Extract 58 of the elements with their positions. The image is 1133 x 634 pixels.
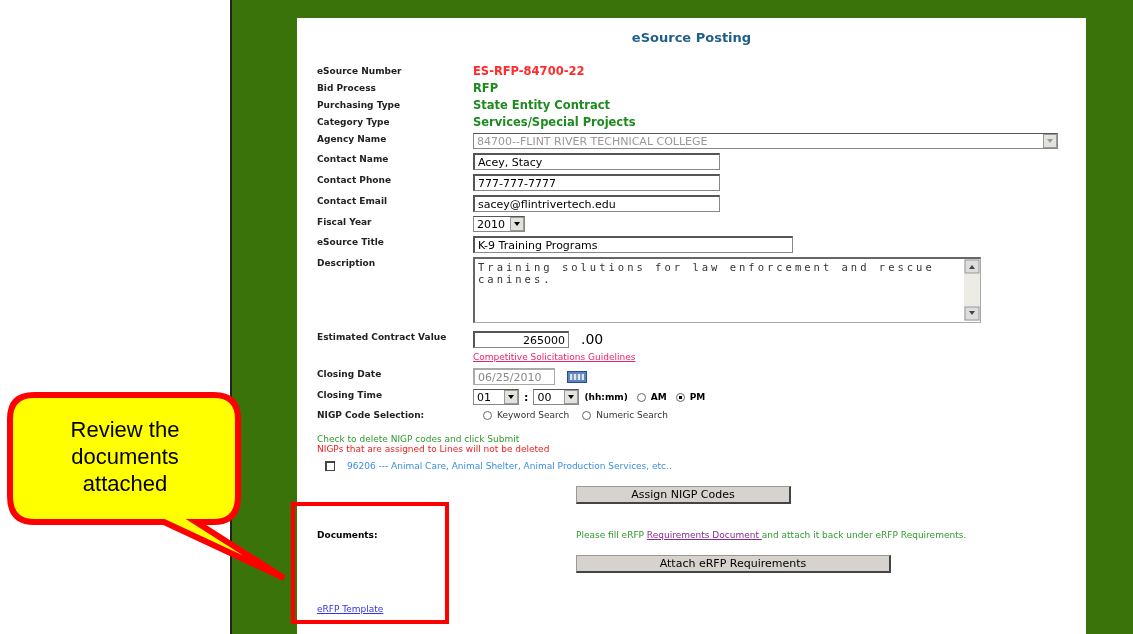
field-label: Agency Name [317, 133, 388, 145]
radio-label: Numeric Search [596, 409, 668, 422]
caret-icon [510, 217, 524, 231]
amount-field[interactable]: 265000 [473, 331, 569, 348]
radio-label: PM [689, 390, 706, 404]
radio-button[interactable] [483, 411, 492, 420]
time-format: (hh:mm) [584, 390, 628, 404]
field-value: RFP [473, 81, 499, 95]
template-link[interactable]: eRFP Template [317, 604, 576, 614]
field-label: Contact Name [317, 153, 390, 165]
requirements-link[interactable]: Requirements Document [646, 530, 762, 540]
field-label: Bid Process [317, 82, 377, 94]
caret-icon [504, 390, 518, 404]
warning-text: NIGPs that are assigned to Lines will not be deleted [317, 444, 551, 454]
minute-dropdown[interactable]: 00 [533, 389, 580, 405]
assign-button[interactable]: Assign NIGP Codes [576, 486, 791, 504]
field-label: Closing Time [317, 389, 383, 401]
caret-icon [564, 390, 579, 404]
text-field[interactable]: Acey, Stacy [473, 153, 720, 170]
field-value: Services/Special Projects [473, 115, 636, 129]
text-field[interactable]: 777-777-7777 [473, 174, 720, 191]
field-label: eSource Number [317, 65, 403, 77]
checkbox[interactable] [325, 461, 335, 471]
decimal-suffix: .00 [581, 333, 604, 346]
radio-button[interactable] [582, 411, 592, 420]
radio-label: AM [650, 390, 667, 404]
field-label: Closing Date [317, 368, 383, 380]
field-label: Contact Email [317, 195, 389, 207]
field-value: ES-RFP-84700-22 [473, 64, 585, 78]
field-label: Contact Phone [317, 174, 393, 186]
radio-button[interactable] [636, 392, 646, 402]
nigp-code: 96206 --- Animal Care, Animal Shelter, Animal Production Services, etc.. [347, 461, 672, 471]
field-label: Description [317, 257, 377, 269]
form-title: eSource Posting [630, 30, 753, 45]
radio-button[interactable] [675, 392, 685, 402]
field-label: Category Type [317, 116, 391, 128]
field-label: NIGP Code Selection: [317, 409, 426, 421]
callout-text: Review the documents attached [69, 416, 181, 497]
text-field[interactable]: K-9 Training Programs [473, 236, 793, 253]
time-separator: : [524, 390, 529, 404]
guidelines-link[interactable]: Competitive Solicitations Guidelines [473, 351, 636, 364]
text-field[interactable]: sacey@flintrivertech.edu [473, 195, 720, 212]
calendar-icon[interactable] [567, 370, 587, 383]
scrollbar-icon[interactable] [964, 259, 980, 321]
instruction-text: Check to delete NIGP codes and click Submit [317, 434, 521, 444]
radio-label: Keyword Search [497, 409, 570, 422]
field-label: eSource Title [317, 236, 385, 248]
instruction-text: Please fill eRFP Requirements Document and attach it back under eRFP Requirements. [576, 530, 968, 541]
dropdown[interactable]: 2010 [473, 216, 525, 232]
documents-label: Documents: [317, 530, 379, 540]
field-value: State Entity Contract [473, 98, 611, 112]
field-label: Purchasing Type [317, 99, 402, 111]
caret-icon [1043, 134, 1057, 148]
field-label: Estimated Contract Value [317, 331, 448, 343]
textarea-field[interactable]: Training solutions for law enforcement and rescue canines. [473, 257, 981, 323]
attach-button[interactable]: Attach eRFP Requirements [576, 555, 891, 573]
hour-dropdown[interactable]: 01 [473, 389, 519, 405]
field-label: Fiscal Year [317, 216, 373, 228]
